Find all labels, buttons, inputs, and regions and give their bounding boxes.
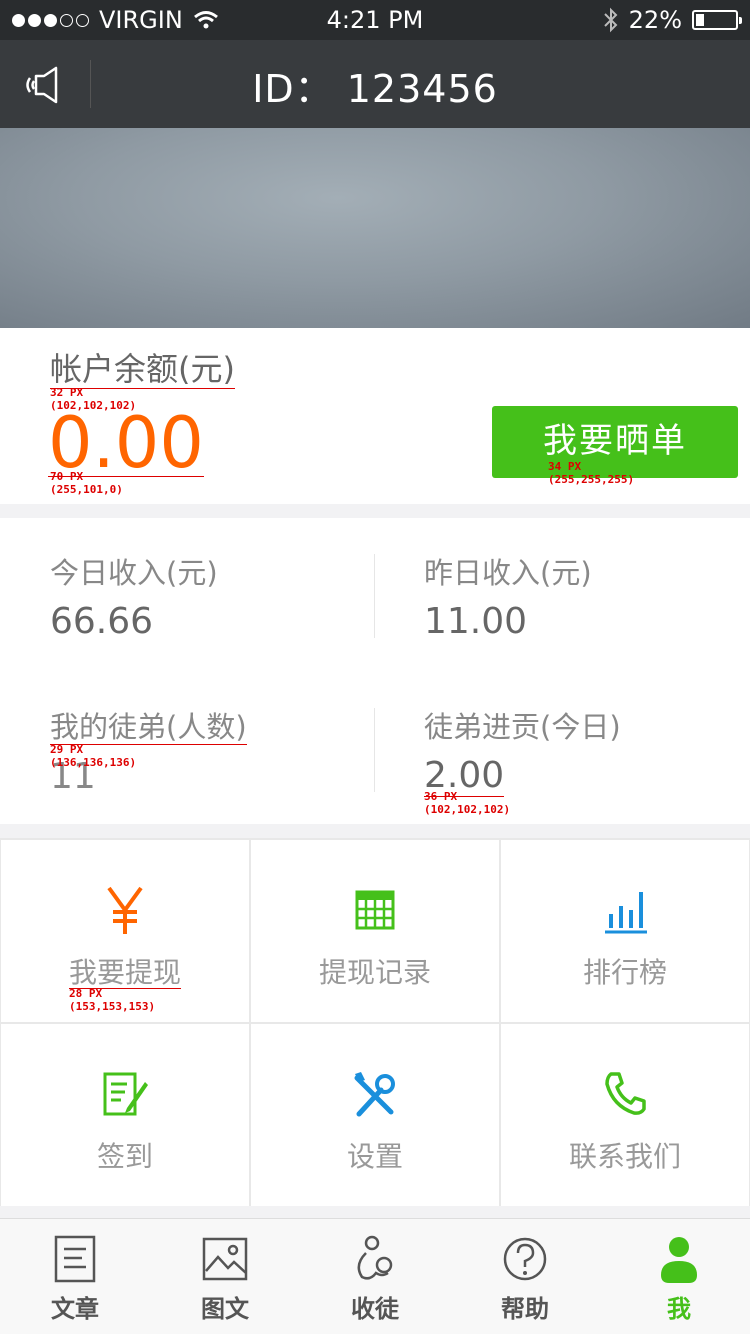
- balance-amount: 0.00: [48, 402, 204, 484]
- tab-articles[interactable]: 文章: [0, 1219, 150, 1334]
- menu-item-label: 提现记录: [318, 956, 431, 989]
- menu-item-leaderboard[interactable]: 排行榜: [501, 840, 749, 1022]
- menu-item-label: 联系我们: [568, 1140, 681, 1173]
- yen-icon: [107, 886, 143, 934]
- page-title: ID： 123456: [252, 67, 498, 111]
- menu-item-settings[interactable]: 设置: [251, 1024, 499, 1206]
- document-icon: [54, 1235, 96, 1283]
- stat-today-label: 今日收入(元): [50, 556, 218, 590]
- menu-item-withdraw[interactable]: 我要提现 28 PX (153,153,153): [1, 840, 249, 1022]
- menu-item-label: 签到: [96, 1140, 153, 1173]
- nav-bar: ID： 123456: [0, 40, 750, 128]
- stat-contribution-note: 36 PX (102,102,102): [424, 790, 511, 816]
- bar-chart-icon: [605, 892, 647, 934]
- stat-yesterday-value: 11.00: [424, 601, 528, 642]
- status-right: 22%: [603, 6, 742, 34]
- sign-in-icon: [103, 1072, 148, 1116]
- tab-label: 文章: [51, 1295, 99, 1323]
- stat-contribution: 徒弟进贡(今日) 2.00: [424, 710, 621, 797]
- balance-section: 帐户余额(元) 32 PX (102,102,102) 0.00 70 PX (…: [0, 328, 750, 504]
- income-stats: 今日收入(元) 66.66 昨日收入(元) 11.00 我的徒弟(人数) 11 …: [0, 518, 750, 824]
- header-banner: [0, 128, 750, 328]
- tab-label: 我: [667, 1295, 691, 1323]
- menu-item-withdraw-history[interactable]: 提现记录: [251, 840, 499, 1022]
- battery-percent: 22%: [628, 6, 682, 34]
- stat-today-value: 66.66: [50, 601, 154, 642]
- tab-help[interactable]: 帮助: [450, 1219, 600, 1334]
- stat-apprentices-label: 我的徒弟(人数): [50, 710, 247, 745]
- tab-recruit[interactable]: 收徒: [300, 1219, 450, 1334]
- user-icon: [661, 1237, 697, 1283]
- bluetooth-icon: [603, 7, 618, 33]
- calculator-icon: [355, 890, 395, 930]
- stat-today: 今日收入(元) 66.66: [50, 556, 218, 642]
- status-bar: VIRGIN 4:21 PM 22%: [0, 0, 750, 40]
- tab-label: 图文: [201, 1295, 249, 1323]
- stat-divider: [374, 554, 375, 638]
- battery-icon: [692, 10, 742, 30]
- tab-graphics[interactable]: 图文: [150, 1219, 300, 1334]
- phone-icon: [605, 1072, 646, 1115]
- tab-bar: 文章 图文 收徒 帮助 我: [0, 1218, 750, 1334]
- menu-item-label: 设置: [346, 1140, 403, 1173]
- tools-icon: [354, 1072, 395, 1117]
- stat-divider: [374, 708, 375, 792]
- share-button-note: 34 PX (255,255,255): [548, 460, 635, 486]
- menu-item-label: 排行榜: [582, 956, 667, 989]
- recruit-icon: [357, 1235, 393, 1280]
- tab-me[interactable]: 我: [604, 1219, 750, 1334]
- menu-item-note: 28 PX (153,153,153): [69, 987, 156, 1013]
- help-icon: [503, 1237, 547, 1281]
- menu-item-label: 我要提现: [68, 956, 181, 989]
- balance-amount-note: 70 PX (255,101,0): [50, 470, 123, 496]
- menu-item-contact[interactable]: 联系我们: [501, 1024, 749, 1206]
- image-icon: [202, 1237, 248, 1281]
- stat-contribution-label: 徒弟进贡(今日): [424, 710, 621, 744]
- stat-yesterday: 昨日收入(元) 11.00: [424, 556, 592, 642]
- menu-grid: 我要提现 28 PX (153,153,153) 提现记录 排行榜 签到 设置 …: [0, 838, 750, 1206]
- menu-item-checkin[interactable]: 签到: [1, 1024, 249, 1206]
- tab-label: 帮助: [501, 1295, 549, 1323]
- stat-yesterday-label: 昨日收入(元): [424, 556, 592, 590]
- balance-label: 帐户余额(元): [50, 350, 235, 389]
- stat-apprentices-note: 29 PX (136,136,136): [50, 743, 137, 769]
- tab-label: 收徒: [351, 1295, 399, 1323]
